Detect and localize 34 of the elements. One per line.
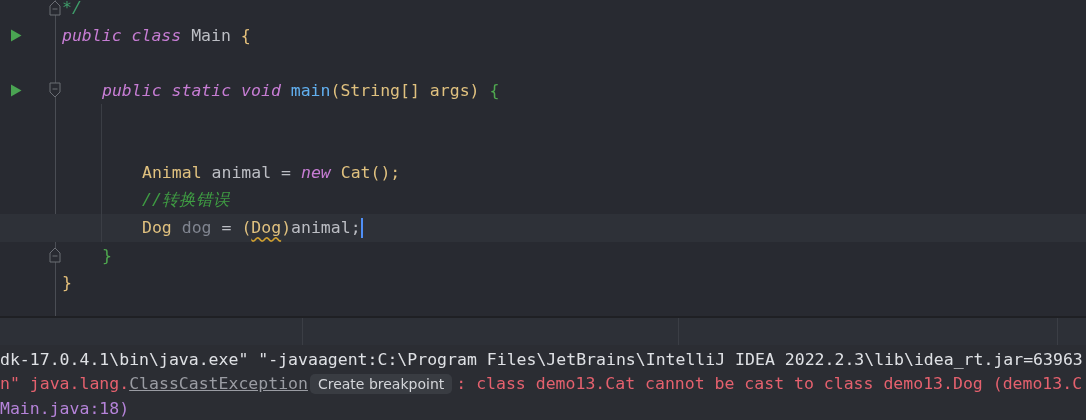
fold-icon[interactable]: [49, 247, 61, 264]
code-token: Dog: [142, 218, 173, 238]
code-token: animal =: [211, 163, 293, 183]
code-token: (: [241, 218, 252, 238]
code-token: {: [489, 80, 500, 100]
code-editor[interactable]: */ public class Main { public static void main(String[] args) { Animal animal = new Cat(); //转换错误 Dog dog = (Dog)animal; } }: [0, 0, 1086, 316]
code-token: {: [240, 25, 251, 45]
code-token: public static void: [102, 80, 282, 100]
code-token: }: [102, 245, 112, 265]
code-token: */: [62, 0, 82, 18]
run-icon[interactable]: [10, 28, 22, 42]
console-text: Main.java:18): [0, 398, 130, 418]
code-token: dog: [181, 218, 212, 238]
code-token: animal;: [291, 218, 361, 238]
code-token: public class: [62, 25, 183, 45]
exception-link[interactable]: ClassCastException: [129, 374, 308, 394]
code-token: Dog: [251, 218, 282, 238]
fold-icon[interactable]: [49, 82, 61, 99]
code-token: Main: [191, 25, 232, 45]
create-breakpoint-tooltip[interactable]: Create breakpoint: [309, 373, 453, 394]
code-token: Animal: [142, 163, 203, 183]
console-text: dk-17.0.4.1\bin\java.exe" "-javaagent:C:\Program Files\JetBrains\IntelliJ IDEA 2022.2.3\lib\idea_rt.jar=63963: [0, 349, 1083, 369]
console-text: : class demo13.Cat cannot be cast to class demo13.Dog (demo13.C: [456, 374, 1083, 394]
fold-icon[interactable]: [49, 0, 61, 16]
code-token: Cat();: [340, 163, 401, 183]
code-token: main: [290, 80, 331, 100]
code-token: =: [220, 218, 233, 238]
code-token: ): [281, 218, 292, 238]
console-text: n" java.lang.: [0, 374, 130, 394]
code-token: (String[] args): [330, 80, 481, 100]
run-icon[interactable]: [10, 83, 22, 97]
code-token: //转换错误: [142, 189, 230, 212]
code-token: }: [62, 273, 72, 293]
code-token: new: [300, 163, 332, 183]
